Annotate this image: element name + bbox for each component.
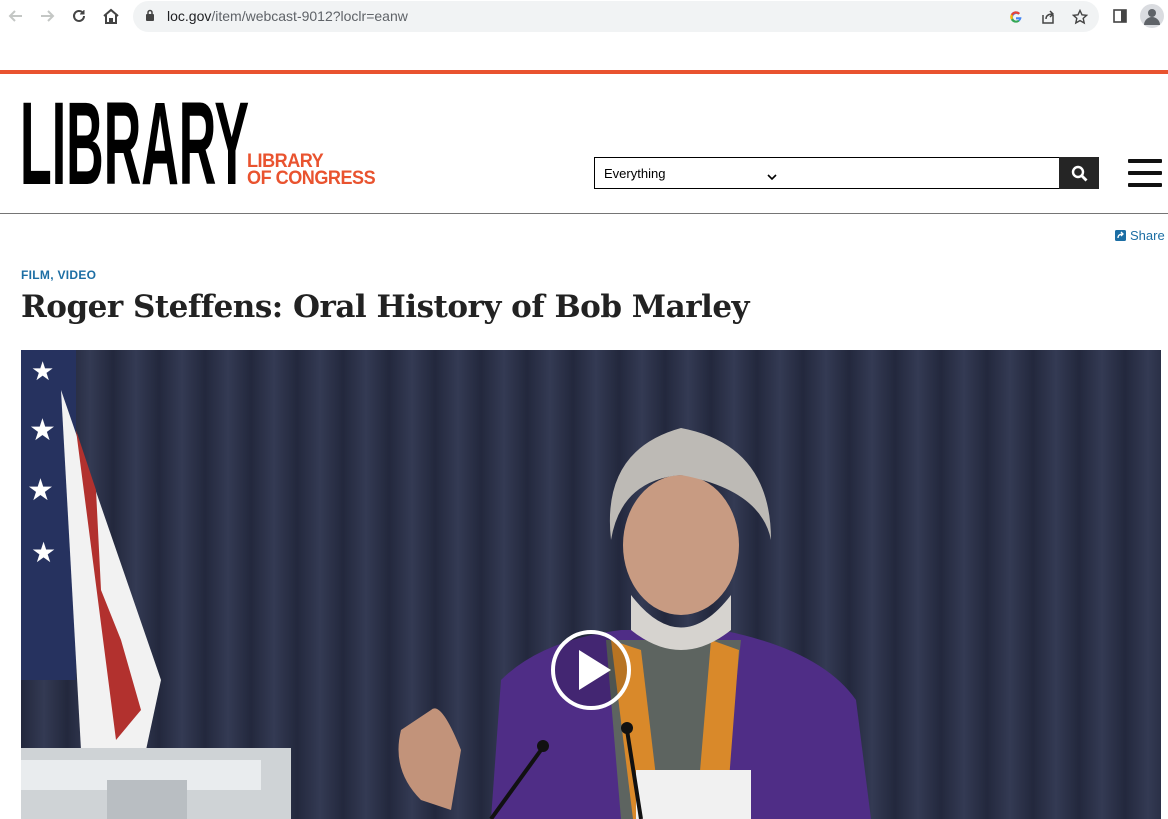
share-page-icon[interactable] [1039, 8, 1057, 26]
svg-text:★: ★ [29, 413, 56, 448]
video-player[interactable]: ★ ★ ★ ★ [21, 350, 1161, 819]
video-thumbnail: ★ ★ ★ ★ [21, 350, 1161, 819]
share-label: Share [1130, 228, 1165, 243]
url-text: loc.gov/item/webcast-9012?loclr=eanw [167, 8, 408, 24]
wordmark-line-2: OF CONGRESS [247, 168, 376, 189]
library-logo[interactable]: LIBRARY [20, 94, 250, 190]
search-icon [1071, 165, 1087, 181]
menu-button[interactable] [1128, 159, 1162, 187]
svg-text:★: ★ [31, 536, 56, 569]
google-icon[interactable] [1007, 8, 1025, 26]
site-header: LIBRARY LIBRARY OF CONGRESS Everything [0, 74, 1168, 214]
svg-text:★: ★ [27, 473, 54, 508]
page-title: Roger Steffens: Oral History of Bob Marl… [21, 289, 750, 325]
svg-text:★: ★ [31, 357, 54, 387]
share-icon [1115, 230, 1126, 241]
side-panel-icon[interactable] [1110, 6, 1130, 26]
search-scope-value: Everything [604, 166, 666, 181]
forward-icon[interactable] [37, 6, 57, 26]
item-format[interactable]: FILM, VIDEO [21, 268, 96, 282]
library-of-congress-wordmark[interactable]: LIBRARY OF CONGRESS [247, 152, 376, 189]
search-scope-select[interactable]: Everything [594, 157, 786, 189]
hamburger-bar [1128, 159, 1162, 163]
chevron-down-icon [767, 169, 777, 184]
browser-toolbar: loc.gov/item/webcast-9012?loclr=eanw [0, 0, 1168, 70]
search-input[interactable] [785, 157, 1061, 189]
back-icon[interactable] [6, 6, 26, 26]
share-link[interactable]: Share [1115, 228, 1165, 243]
reload-icon[interactable] [69, 6, 89, 26]
svg-text:LIBRARY: LIBRARY [20, 94, 249, 190]
bookmark-star-icon[interactable] [1071, 8, 1089, 26]
hamburger-bar [1128, 183, 1162, 187]
search-button[interactable] [1059, 157, 1099, 189]
lock-icon [145, 9, 155, 27]
profile-avatar-icon[interactable] [1140, 4, 1164, 28]
home-icon[interactable] [101, 6, 121, 26]
address-bar[interactable]: loc.gov/item/webcast-9012?loclr=eanw [133, 1, 1099, 32]
hamburger-bar [1128, 171, 1162, 175]
play-icon [551, 630, 631, 710]
